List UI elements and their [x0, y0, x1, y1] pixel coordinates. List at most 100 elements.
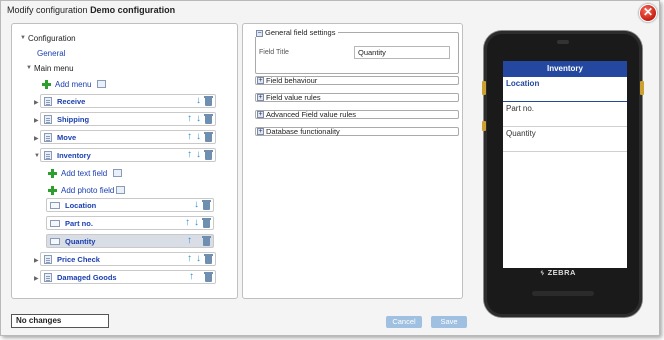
menu-item-inventory[interactable]: Inventory ↑ ↓	[40, 148, 216, 162]
menu-item-label: Damaged Goods	[57, 272, 117, 282]
menu-item-label: Price Check	[57, 254, 100, 264]
move-up-icon[interactable]: ↑	[186, 132, 193, 142]
screen-row-part-no: Part no.	[503, 102, 627, 127]
section-title: General field settings	[265, 28, 336, 37]
trash-icon[interactable]	[202, 235, 211, 246]
save-button[interactable]: Save	[431, 316, 467, 328]
expand-icon[interactable]: +	[257, 111, 264, 118]
menu-item-label: Move	[57, 132, 77, 142]
expand-icon[interactable]: +	[257, 77, 264, 84]
plus-icon	[42, 79, 51, 89]
move-down-icon[interactable]: ↓	[193, 200, 200, 210]
trash-icon[interactable]	[202, 199, 211, 210]
camera-icon	[557, 40, 569, 44]
dialog-title-prefix: Modify configuration	[7, 5, 88, 15]
add-photo-field-label[interactable]: Add photo field	[61, 186, 114, 195]
field-item-location[interactable]: Location ↓	[46, 198, 214, 212]
menu-item-damaged-goods[interactable]: Damaged Goods ↑	[40, 270, 216, 284]
menu-item-price-check[interactable]: Price Check ↑ ↓	[40, 252, 216, 266]
menu-item-receive[interactable]: Receive ↓	[40, 94, 216, 108]
field-item-label: Quantity	[65, 236, 96, 246]
move-down-icon[interactable]: ↓	[195, 96, 202, 106]
menu-item-shipping[interactable]: Shipping ↑ ↓	[40, 112, 216, 126]
menu-icon	[97, 80, 107, 88]
move-up-icon[interactable]: ↑	[186, 114, 193, 124]
close-button[interactable]: ✕	[639, 4, 657, 22]
menu-doc-icon	[44, 96, 52, 106]
move-up-icon[interactable]: ↑	[188, 272, 195, 282]
expand-icon[interactable]: +	[257, 94, 264, 101]
tree-root-label: Configuration	[28, 33, 76, 43]
menu-item-move[interactable]: Move ↑ ↓	[40, 130, 216, 144]
move-up-icon[interactable]: ↑	[186, 236, 193, 246]
menu-tree-panel: ▼ Configuration General ▼ Main menu Add …	[11, 23, 238, 299]
move-up-icon[interactable]: ↑	[186, 150, 193, 160]
menu-doc-icon	[44, 114, 52, 124]
tree-item-main-menu[interactable]: ▼ Main menu	[26, 61, 74, 75]
cancel-button[interactable]: Cancel	[386, 316, 422, 328]
trash-icon[interactable]	[204, 271, 213, 282]
move-up-icon[interactable]: ↑	[186, 254, 193, 264]
side-button	[640, 81, 644, 95]
section-database-functionality[interactable]: + Database functionality	[255, 127, 459, 136]
section-field-value-rules[interactable]: + Field value rules	[255, 93, 459, 102]
general-link[interactable]: General	[37, 49, 65, 58]
menu-doc-icon	[44, 254, 52, 264]
trash-icon[interactable]	[204, 131, 213, 142]
field-settings-panel: − General field settings Field Title + F…	[242, 23, 463, 299]
side-button	[482, 81, 486, 95]
text-field-icon	[50, 201, 60, 209]
field-item-label: Part no.	[65, 218, 93, 228]
dialog-title-name: Demo configuration	[90, 5, 176, 15]
menu-item-label: Inventory	[57, 150, 91, 160]
expand-icon[interactable]: ▼	[20, 35, 28, 41]
field-title-label: Field Title	[259, 49, 289, 56]
general-field-settings-section: − General field settings Field Title	[255, 28, 459, 74]
move-down-icon[interactable]: ↓	[195, 150, 202, 160]
move-down-icon[interactable]: ↓	[195, 132, 202, 142]
device-screen: Inventory Location Part no. Quantity	[503, 61, 627, 268]
collapse-icon[interactable]: −	[256, 30, 263, 37]
field-item-quantity[interactable]: Quantity ↑	[46, 234, 214, 248]
menu-item-label: Receive	[57, 96, 86, 106]
field-title-input[interactable]	[354, 46, 450, 59]
screen-title: Inventory	[503, 61, 627, 77]
status-field: No changes	[11, 314, 109, 328]
trash-icon[interactable]	[204, 253, 213, 264]
text-field-icon	[50, 219, 60, 227]
move-down-icon[interactable]: ↓	[195, 254, 202, 264]
section-header[interactable]: − General field settings	[255, 28, 339, 37]
menu-doc-icon	[44, 150, 52, 160]
section-title: Database functionality	[266, 127, 340, 136]
move-down-icon[interactable]: ↓	[193, 218, 200, 228]
device-preview: Inventory Location Part no. Quantity ᛃ Z…	[482, 31, 644, 317]
screen-row-location: Location	[503, 77, 627, 102]
photo-field-icon	[116, 186, 126, 194]
trash-icon[interactable]	[204, 95, 213, 106]
brand-logo: ᛃ ZEBRA	[540, 268, 576, 277]
section-field-behaviour[interactable]: + Field behaviour	[255, 76, 459, 85]
screen-row-quantity: Quantity	[503, 127, 627, 152]
trash-icon[interactable]	[202, 217, 211, 228]
add-text-field-button[interactable]: Add text field	[48, 166, 123, 180]
field-item-label: Location	[65, 200, 97, 210]
section-advanced-field-value-rules[interactable]: + Advanced Field value rules	[255, 110, 459, 119]
add-text-field-label[interactable]: Add text field	[61, 169, 107, 178]
expand-icon[interactable]: ▼	[26, 65, 34, 71]
add-menu-button[interactable]: Add menu	[42, 77, 107, 91]
trash-icon[interactable]	[204, 149, 213, 160]
add-menu-label[interactable]: Add menu	[55, 80, 91, 89]
plus-icon	[48, 185, 57, 195]
menu-item-label: Shipping	[57, 114, 90, 124]
expand-icon[interactable]: +	[257, 128, 264, 135]
field-item-part-no[interactable]: Part no. ↑ ↓	[46, 216, 214, 230]
dialog-title: Modify configuration Demo configuration	[7, 5, 175, 15]
tree-root[interactable]: ▼ Configuration	[20, 31, 76, 45]
trash-icon[interactable]	[204, 113, 213, 124]
add-photo-field-button[interactable]: Add photo field	[48, 183, 126, 197]
move-down-icon[interactable]: ↓	[195, 114, 202, 124]
tree-item-general[interactable]: General	[37, 46, 65, 60]
plus-icon	[48, 168, 57, 178]
move-up-icon[interactable]: ↑	[184, 218, 191, 228]
main-menu-label: Main menu	[34, 63, 74, 73]
